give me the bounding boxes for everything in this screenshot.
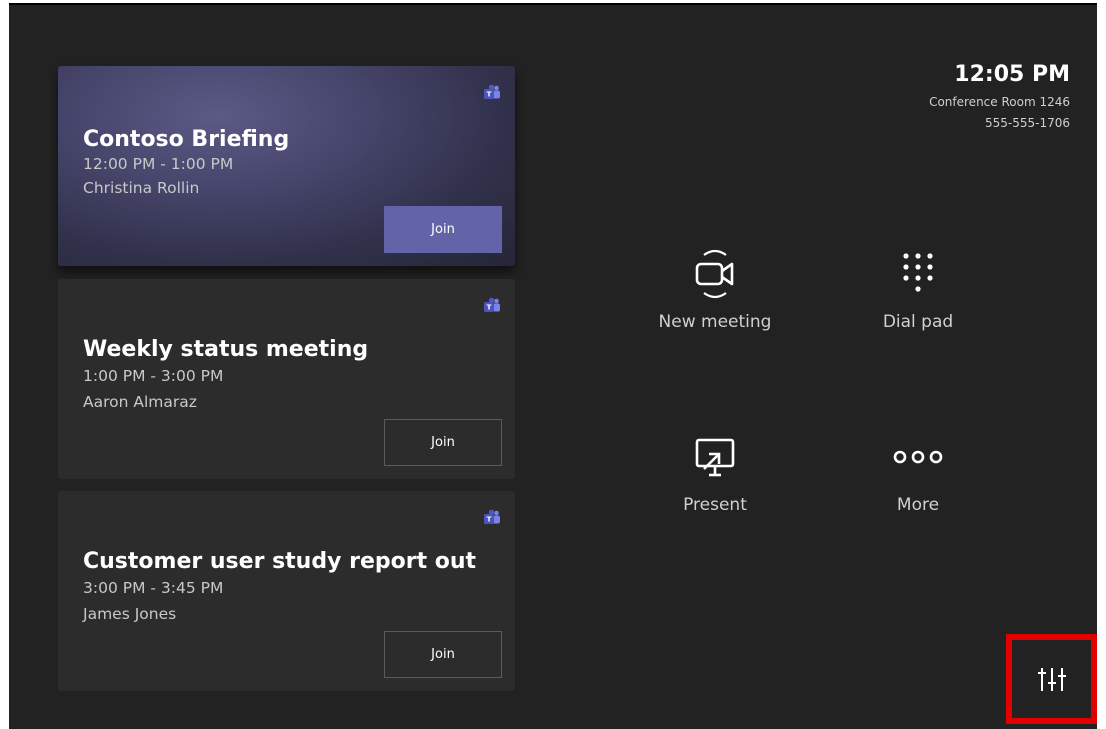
sliders-settings-icon [1037, 668, 1066, 691]
new-meeting-label: New meeting [658, 312, 772, 332]
dial-pad-label: Dial pad [882, 312, 954, 332]
dial-pad-button[interactable]: Dial pad [843, 246, 993, 332]
svg-text:T: T [487, 304, 492, 312]
meeting-title: Customer user study report out [83, 549, 477, 574]
room-name: Conference Room 1246 [929, 95, 1070, 109]
settings-button[interactable] [1006, 634, 1097, 724]
svg-text:T: T [487, 516, 492, 524]
more-icon [893, 450, 943, 464]
meeting-time: 3:00 PM - 3:45 PM [83, 579, 224, 597]
teams-room-console: T Contoso Briefing 12:00 PM - 1:00 PM Ch… [9, 3, 1097, 729]
room-phone: 555-555-1706 [984, 116, 1070, 130]
meeting-organizer: Aaron Almaraz [83, 393, 197, 411]
meeting-card-customer-user-study[interactable]: T Customer user study report out 3:00 PM… [58, 491, 515, 691]
meeting-time: 1:00 PM - 3:00 PM [83, 367, 224, 385]
join-button[interactable]: Join [384, 206, 502, 253]
share-screen-icon [695, 438, 735, 477]
more-label: More [896, 495, 940, 515]
dial-pad-icon [903, 253, 933, 292]
meeting-title: Weekly status meeting [83, 337, 369, 362]
current-time: 12:05 PM [954, 62, 1070, 87]
join-button[interactable]: Join [384, 631, 502, 678]
meeting-title: Contoso Briefing [83, 127, 290, 152]
meeting-card-weekly-status[interactable]: T Weekly status meeting 1:00 PM - 3:00 P… [58, 279, 515, 479]
more-button[interactable]: More [843, 429, 993, 515]
teams-logo-icon: T [484, 509, 500, 524]
video-camera-icon [695, 249, 734, 299]
meeting-organizer: Christina Rollin [83, 179, 200, 197]
meeting-organizer: James Jones [83, 605, 177, 623]
new-meeting-button[interactable]: New meeting [640, 246, 790, 332]
present-label: Present [683, 495, 747, 515]
meeting-card-contoso-briefing[interactable]: T Contoso Briefing 12:00 PM - 1:00 PM Ch… [58, 66, 515, 266]
meeting-time: 12:00 PM - 1:00 PM [83, 155, 234, 173]
present-button[interactable]: Present [640, 429, 790, 515]
svg-text:T: T [487, 91, 492, 99]
join-button[interactable]: Join [384, 419, 502, 466]
teams-logo-icon: T [484, 84, 500, 99]
teams-logo-icon: T [484, 297, 500, 312]
